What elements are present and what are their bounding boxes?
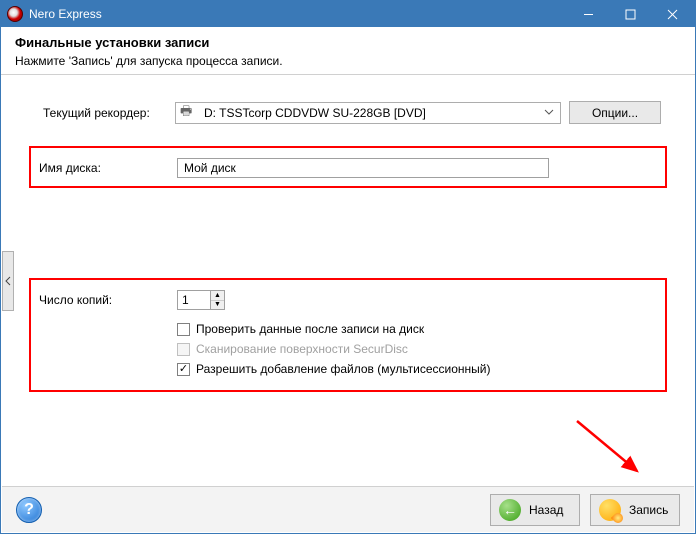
help-button[interactable]: ? [16,497,42,523]
chevron-down-icon [544,106,554,120]
drive-icon: 🖶 [180,102,198,124]
side-expand-handle[interactable] [2,251,14,311]
multisession-checkbox-row[interactable]: Разрешить добавление файлов (мультисесси… [177,362,657,376]
back-label: Назад [529,503,563,517]
multisession-label: Разрешить добавление файлов (мультисесси… [196,362,491,376]
recorder-label: Текущий рекордер: [35,106,175,120]
securdisc-checkbox [177,343,190,356]
page-header: Финальные установки записи Нажмите 'Запи… [1,27,695,75]
copies-input[interactable] [178,291,210,309]
verify-label: Проверить данные после записи на диск [196,322,424,336]
recorder-row: Текущий рекордер: 🖶 D: TSSTcorp CDDVDW S… [35,101,661,124]
burn-button[interactable]: Запись [590,494,680,526]
footer-bar: ? ← Назад Запись [2,486,694,532]
window-title: Nero Express [29,7,567,21]
titlebar: Nero Express [1,1,695,27]
disc-name-input[interactable] [177,158,549,178]
recorder-combo[interactable]: 🖶 D: TSSTcorp CDDVDW SU-228GB [DVD] [175,102,561,124]
app-icon [7,6,23,22]
copies-down[interactable]: ▼ [211,301,224,310]
options-button[interactable]: Опции... [569,101,661,124]
burn-label: Запись [629,503,668,517]
copies-highlight: Число копий: ▲ ▼ Проверить данные после … [29,278,667,392]
securdisc-label: Сканирование поверхности SecurDisc [196,342,408,356]
copies-label: Число копий: [39,293,177,307]
recorder-value: D: TSSTcorp CDDVDW SU-228GB [DVD] [204,106,426,120]
back-icon: ← [499,499,521,521]
minimize-button[interactable] [567,1,609,27]
copies-up[interactable]: ▲ [211,291,224,301]
disc-name-label: Имя диска: [39,161,177,175]
back-button[interactable]: ← Назад [490,494,580,526]
verify-checkbox[interactable] [177,323,190,336]
page-subtitle: Нажмите 'Запись' для запуска процесса за… [15,54,681,68]
content-area: Текущий рекордер: 🖶 D: TSSTcorp CDDVDW S… [1,75,695,475]
maximize-button[interactable] [609,1,651,27]
securdisc-checkbox-row: Сканирование поверхности SecurDisc [177,342,657,356]
copies-spinner[interactable]: ▲ ▼ [177,290,225,310]
close-button[interactable] [651,1,693,27]
verify-checkbox-row[interactable]: Проверить данные после записи на диск [177,322,657,336]
burn-icon [599,499,621,521]
multisession-checkbox[interactable] [177,363,190,376]
disc-name-highlight: Имя диска: [29,146,667,188]
page-title: Финальные установки записи [15,35,681,50]
